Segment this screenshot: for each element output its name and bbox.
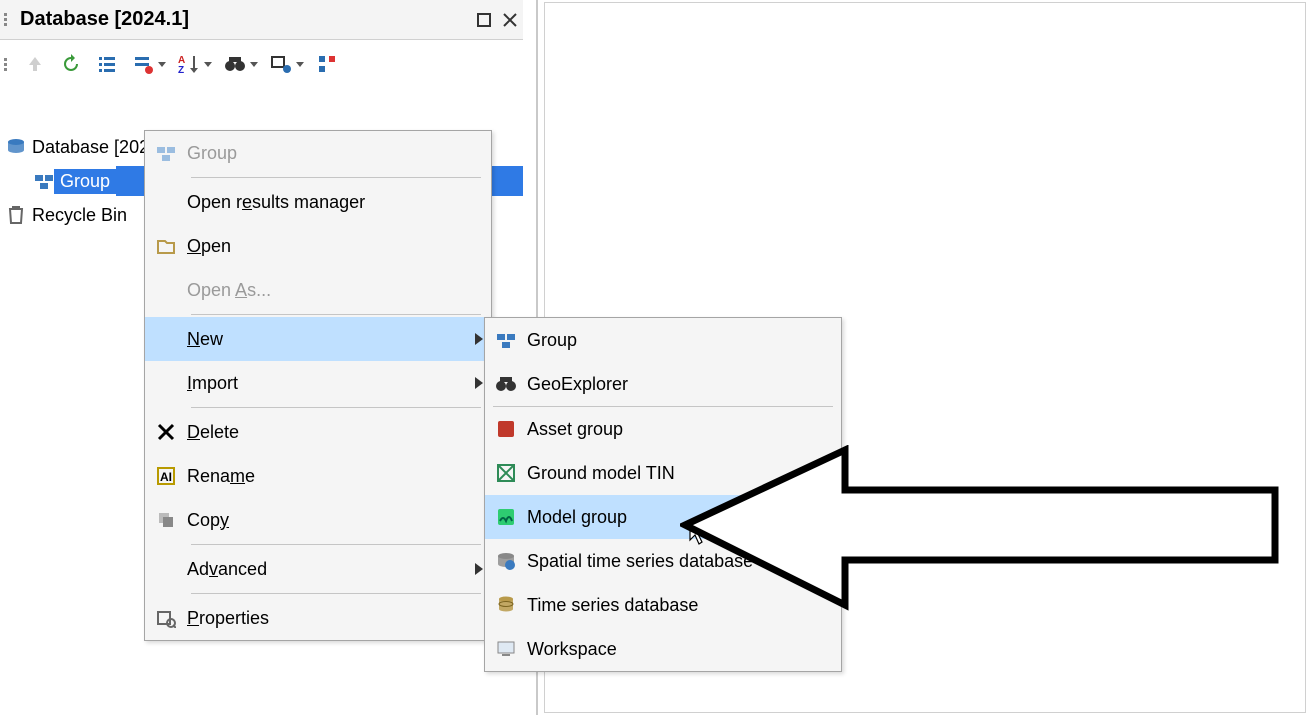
- menu-item-properties[interactable]: Properties: [145, 596, 491, 640]
- open-icon: [145, 236, 187, 256]
- menu-label: New: [187, 329, 467, 350]
- menu-label: Time series database: [527, 595, 841, 616]
- separator: [191, 593, 481, 594]
- tree-label: Recycle Bin: [32, 205, 127, 226]
- menu-label: Group: [187, 143, 491, 164]
- chevron-down-icon: [158, 62, 166, 67]
- grip-icon: [4, 13, 12, 26]
- menu-label: Delete: [187, 422, 491, 443]
- menu-label: Import: [187, 373, 467, 394]
- binoculars-icon: [222, 51, 248, 77]
- nodes-icon[interactable]: [314, 51, 340, 77]
- menu-label: Spatial time series database: [527, 551, 841, 572]
- tree-label: Group: [60, 171, 110, 191]
- binoculars-icon: [485, 375, 527, 393]
- menu-item-open-results-manager[interactable]: Open results manager: [145, 180, 491, 224]
- menu-label: Model group: [527, 507, 841, 528]
- database-icon: [6, 137, 26, 157]
- group-icon: [34, 171, 54, 191]
- menu-item-open[interactable]: Open: [145, 224, 491, 268]
- maximize-button[interactable]: [473, 9, 495, 31]
- copy-icon: [145, 510, 187, 530]
- group-icon: [145, 143, 187, 163]
- menu-item-group: Group: [145, 131, 491, 175]
- submenu-item-model-group[interactable]: Model group: [485, 495, 841, 539]
- submenu-new: Group GeoExplorer Asset group Ground mod…: [484, 317, 842, 672]
- menu-item-new[interactable]: New: [145, 317, 491, 361]
- submenu-item-workspace[interactable]: Workspace: [485, 627, 841, 671]
- separator: [191, 177, 481, 178]
- menu-item-advanced[interactable]: Advanced: [145, 547, 491, 591]
- close-button[interactable]: [499, 9, 521, 31]
- grip-icon: [4, 58, 10, 71]
- separator: [191, 407, 481, 408]
- rename-icon: AI: [145, 466, 187, 486]
- delete-icon: [145, 423, 187, 441]
- menu-item-copy[interactable]: Copy: [145, 498, 491, 542]
- up-icon[interactable]: [22, 51, 48, 77]
- sort-dropdown[interactable]: AZ: [176, 51, 212, 77]
- menu-label: Open results manager: [187, 192, 491, 213]
- group-icon: [485, 330, 527, 350]
- submenu-item-spatial-ts-database[interactable]: Spatial time series database: [485, 539, 841, 583]
- menu-item-rename[interactable]: AI Rename: [145, 454, 491, 498]
- menu-label: GeoExplorer: [527, 374, 841, 395]
- separator: [191, 544, 481, 545]
- submenu-item-group[interactable]: Group: [485, 318, 841, 362]
- model-group-icon: [485, 507, 527, 527]
- submenu-item-geoexplorer[interactable]: GeoExplorer: [485, 362, 841, 406]
- chevron-down-icon: [204, 62, 212, 67]
- chevron-down-icon: [250, 62, 258, 67]
- separator: [191, 314, 481, 315]
- menu-label: Copy: [187, 510, 491, 531]
- menu-label: Open: [187, 236, 491, 257]
- menu-item-open-as: Open As...: [145, 268, 491, 312]
- chevron-down-icon: [296, 62, 304, 67]
- refresh-icon[interactable]: [58, 51, 84, 77]
- list-icon[interactable]: [94, 51, 120, 77]
- panel-titlebar: Database [2024.1]: [0, 0, 523, 40]
- sort-az-icon: AZ: [176, 51, 202, 77]
- menu-label: Workspace: [527, 639, 841, 660]
- context-menu: Group Open results manager Open Open As.…: [144, 130, 492, 641]
- menu-label: Asset group: [527, 419, 841, 440]
- submenu-item-ts-database[interactable]: Time series database: [485, 583, 841, 627]
- connect-icon: [268, 51, 294, 77]
- filter-icon: [130, 51, 156, 77]
- tin-icon: [485, 463, 527, 483]
- connect-dropdown[interactable]: [268, 51, 304, 77]
- menu-label: Open As...: [187, 280, 491, 301]
- recycle-bin-icon: [6, 205, 26, 225]
- svg-text:AI: AI: [160, 470, 172, 484]
- filter-dropdown[interactable]: [130, 51, 166, 77]
- menu-label: Properties: [187, 608, 491, 629]
- asset-group-icon: [485, 419, 527, 439]
- menu-label: Advanced: [187, 559, 467, 580]
- menu-label: Group: [527, 330, 841, 351]
- find-dropdown[interactable]: [222, 51, 258, 77]
- menu-label: Rename: [187, 466, 491, 487]
- panel-title: Database [2024.1]: [18, 8, 471, 31]
- svg-text:Z: Z: [178, 65, 184, 74]
- menu-label: Ground model TIN: [527, 463, 841, 484]
- menu-item-delete[interactable]: Delete: [145, 410, 491, 454]
- submenu-item-ground-model-tin[interactable]: Ground model TIN: [485, 451, 841, 495]
- panel-toolbar: AZ: [0, 44, 523, 84]
- properties-icon: [145, 608, 187, 628]
- workspace-icon: [485, 639, 527, 659]
- menu-item-import[interactable]: Import: [145, 361, 491, 405]
- database-icon: [485, 595, 527, 615]
- submenu-item-asset-group[interactable]: Asset group: [485, 407, 841, 451]
- globe-db-icon: [485, 551, 527, 571]
